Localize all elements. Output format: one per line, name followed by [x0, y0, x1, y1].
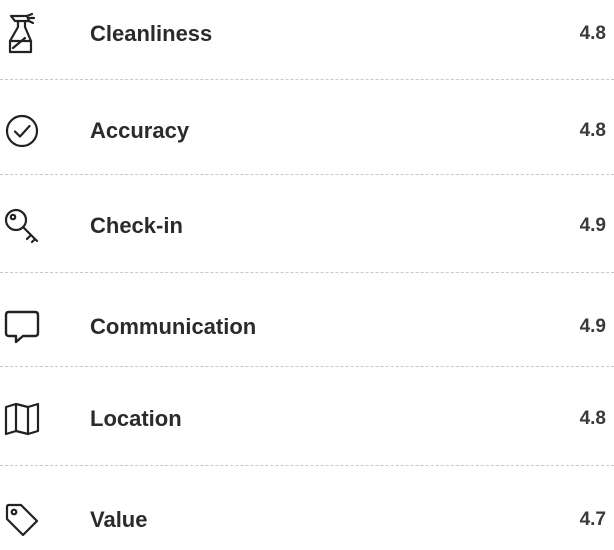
rating-row-location: Location 4.8	[0, 389, 614, 449]
rating-label: Check-in	[90, 213, 183, 238]
rating-row-check-in: Check-in 4.9	[0, 196, 614, 256]
divider	[0, 272, 614, 273]
rating-score: 4.9	[579, 215, 606, 236]
divider	[0, 174, 614, 175]
rating-label: Communication	[90, 314, 257, 339]
rating-label: Accuracy	[90, 118, 190, 143]
rating-row-cleanliness: Cleanliness 4.8	[0, 4, 614, 64]
rating-label: Value	[90, 507, 148, 532]
ratings-list: Cleanliness 4.8 Accuracy 4.8 Check-in 4.…	[0, 0, 614, 541]
rating-score: 4.8	[579, 120, 606, 141]
rating-label: Cleanliness	[90, 21, 213, 46]
rating-score: 4.7	[579, 509, 606, 530]
rating-row-accuracy: Accuracy 4.8	[0, 101, 614, 161]
rating-label: Location	[90, 406, 182, 431]
key-icon	[0, 196, 44, 256]
spray-bottle-icon	[0, 4, 44, 64]
divider	[0, 465, 614, 466]
divider	[0, 366, 614, 367]
rating-score: 4.8	[579, 408, 606, 429]
rating-row-value: Value 4.7	[0, 490, 614, 550]
chat-bubble-icon	[0, 297, 44, 357]
rating-row-communication: Communication 4.9	[0, 297, 614, 357]
map-icon	[0, 389, 44, 449]
divider	[0, 79, 614, 80]
tag-icon	[0, 490, 44, 550]
rating-score: 4.9	[579, 316, 606, 337]
rating-score: 4.8	[579, 23, 606, 44]
check-circle-icon	[0, 101, 44, 161]
